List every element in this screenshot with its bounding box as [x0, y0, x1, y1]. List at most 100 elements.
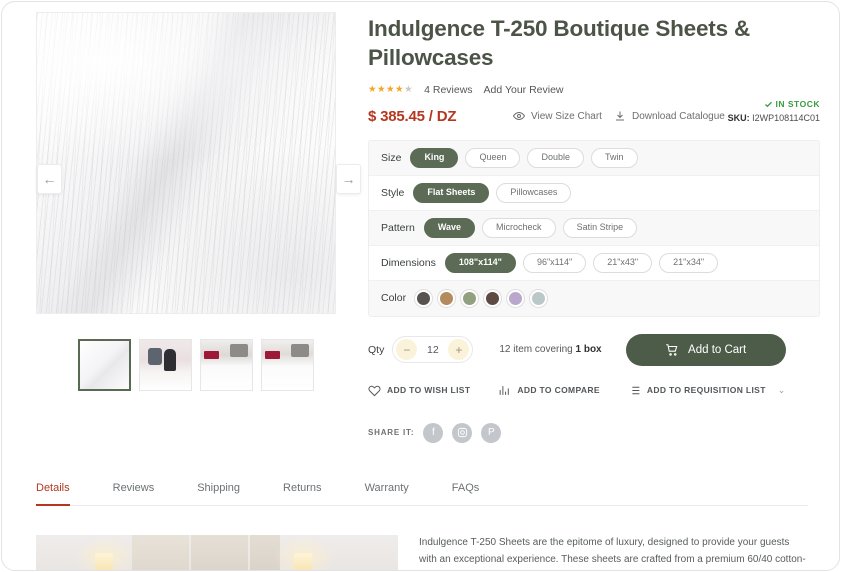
tab-returns[interactable]: Returns — [283, 482, 322, 505]
option-label-size: Size — [381, 151, 402, 164]
option-label-style: Style — [381, 186, 405, 199]
chip-size-queen[interactable]: Queen — [465, 147, 521, 168]
chip-dimensions-21x43[interactable]: 21"x43" — [593, 252, 653, 273]
list-icon — [629, 386, 640, 395]
chip-size-double[interactable]: Double — [527, 147, 584, 168]
share-row: SHARE IT: f P — [368, 422, 820, 443]
tab-details[interactable]: Details — [36, 482, 70, 506]
swatch-espresso[interactable] — [484, 289, 502, 307]
chip-pattern-microcheck[interactable]: Microcheck — [482, 217, 556, 238]
add-to-wish-list-button[interactable]: ADD TO WISH LIST — [368, 384, 470, 397]
download-icon — [616, 111, 624, 121]
tab-shipping[interactable]: Shipping — [197, 482, 240, 505]
option-row-color: Color — [369, 280, 819, 316]
tab-faqs[interactable]: FAQs — [452, 482, 480, 505]
instagram-icon[interactable] — [452, 422, 473, 443]
option-row-size: Size King Queen Double Twin — [369, 140, 819, 176]
details-hotel-room-image — [36, 535, 398, 570]
gallery-prev-arrow-icon[interactable]: ← — [37, 164, 62, 194]
add-to-cart-label: Add to Cart — [688, 343, 747, 356]
swatch-camel[interactable] — [438, 289, 456, 307]
bar-chart-icon — [500, 386, 510, 395]
thumbnail-bed-1[interactable] — [200, 339, 253, 391]
quantity-stepper: − 12 + — [392, 336, 474, 364]
option-chips-style: Flat Sheets Pillowcases — [413, 182, 572, 203]
chip-dimensions-96x114[interactable]: 96"x114" — [522, 252, 587, 273]
option-swatches-color — [415, 289, 548, 307]
shopping-cart-icon — [666, 344, 678, 356]
chip-size-king[interactable]: King — [410, 147, 459, 168]
add-to-requisition-list-button[interactable]: ADD TO REQUISITION LIST — [628, 384, 766, 397]
tab-warranty[interactable]: Warranty — [365, 482, 409, 505]
pinterest-icon[interactable]: P — [481, 422, 502, 443]
add-to-requisition-list-label: ADD TO REQUISITION LIST — [646, 385, 766, 396]
chip-style-pillowcases[interactable]: Pillowcases — [496, 182, 572, 203]
eye-icon — [513, 112, 525, 121]
swatch-sage[interactable] — [461, 289, 479, 307]
stock-label: IN STOCK — [775, 99, 820, 109]
add-to-compare-button[interactable]: ADD TO COMPARE — [498, 384, 600, 397]
view-size-chart-link[interactable]: View Size Chart — [513, 110, 602, 122]
option-label-color: Color — [381, 292, 407, 305]
reviews-count-link[interactable]: 4 Reviews — [424, 84, 472, 96]
quantity-label: Qty — [368, 343, 385, 356]
add-to-wish-list-label: ADD TO WISH LIST — [387, 385, 471, 396]
chip-pattern-satin-stripe[interactable]: Satin Stripe — [562, 217, 638, 238]
wall-lamp-right — [294, 553, 312, 570]
chip-dimensions-108x114[interactable]: 108"x114" — [444, 252, 516, 273]
thumbnail-bed-2[interactable] — [261, 339, 314, 391]
rating-row: ★★★★★ 4 Reviews Add Your Review — [368, 84, 820, 96]
headboard-panel-1 — [132, 535, 189, 570]
purchase-row: Qty − 12 + 12 item covering 1 box Add to… — [368, 333, 820, 366]
quantity-value[interactable]: 12 — [419, 344, 446, 356]
product-options: Size King Queen Double Twin Style Flat S… — [368, 139, 820, 317]
coverage-text: 12 item covering 1 box — [499, 344, 601, 355]
swatch-charcoal[interactable] — [415, 289, 433, 307]
swatch-lilac[interactable] — [507, 289, 525, 307]
option-row-dimensions: Dimensions 108"x114" 96"x114" 21"x43" 21… — [369, 245, 819, 281]
chip-size-twin[interactable]: Twin — [591, 147, 638, 168]
chip-style-flat-sheets[interactable]: Flat Sheets — [413, 182, 490, 203]
sku-value: I2WP108114C01 — [752, 113, 820, 123]
sku-line: SKU: I2WP108114C01 — [728, 113, 820, 123]
view-size-chart-label: View Size Chart — [531, 110, 602, 122]
product-gallery: ← → — [16, 12, 361, 391]
option-row-pattern: Pattern Wave Microcheck Satin Stripe — [369, 210, 819, 246]
add-to-compare-label: ADD TO COMPARE — [517, 385, 600, 396]
option-label-pattern: Pattern — [381, 221, 415, 234]
download-catalogue-label: Download Catalogue — [632, 110, 725, 122]
option-label-dimensions: Dimensions — [381, 256, 436, 269]
chip-dimensions-21x34[interactable]: 21"x34" — [659, 252, 719, 273]
tab-reviews[interactable]: Reviews — [113, 482, 155, 505]
coverage-boxes: 1 box — [575, 344, 602, 356]
download-catalogue-link[interactable]: Download Catalogue — [614, 110, 725, 122]
details-description-text: Indulgence T-250 Sheets are the epitome … — [419, 537, 806, 565]
facebook-icon[interactable]: f — [423, 422, 444, 443]
add-to-cart-button[interactable]: Add to Cart — [625, 333, 786, 366]
gallery-next-arrow-icon[interactable]: → — [336, 164, 361, 194]
add-review-link[interactable]: Add Your Review — [484, 84, 564, 96]
option-chips-dimensions: 108"x114" 96"x114" 21"x43" 21"x34" — [444, 252, 719, 273]
product-info-panel: Indulgence T-250 Boutique Sheets & Pillo… — [368, 14, 820, 443]
main-product-image[interactable] — [36, 12, 336, 314]
star-rating[interactable]: ★★★★★ — [368, 84, 413, 95]
thumbnail-strip — [78, 339, 314, 391]
quantity-increment-button[interactable]: + — [448, 339, 470, 361]
option-row-style: Style Flat Sheets Pillowcases — [369, 175, 819, 211]
check-icon — [764, 101, 772, 107]
heart-icon — [368, 385, 381, 397]
product-price: $ 385.45 / DZ — [368, 107, 457, 125]
chip-pattern-wave[interactable]: Wave — [423, 217, 476, 238]
product-action-links: ADD TO WISH LIST ADD TO COMPARE ADD TO R… — [368, 384, 820, 397]
product-detail-tabs: Details Reviews Shipping Returns Warrant… — [36, 482, 808, 506]
status-badge: IN STOCK — [728, 99, 820, 109]
thumbnail-fabric-closeup[interactable] — [78, 339, 131, 391]
quantity-decrement-button[interactable]: − — [396, 339, 418, 361]
chevron-down-icon[interactable]: ⌄ — [778, 385, 786, 396]
thumbnail-housekeeper-making-bed[interactable] — [139, 339, 192, 391]
option-chips-pattern: Wave Microcheck Satin Stripe — [423, 217, 638, 238]
stock-and-sku: IN STOCK SKU: I2WP108114C01 — [728, 99, 820, 123]
fabric-photo — [37, 13, 335, 313]
swatch-mist[interactable] — [530, 289, 548, 307]
wall-lamp-left — [95, 553, 113, 570]
